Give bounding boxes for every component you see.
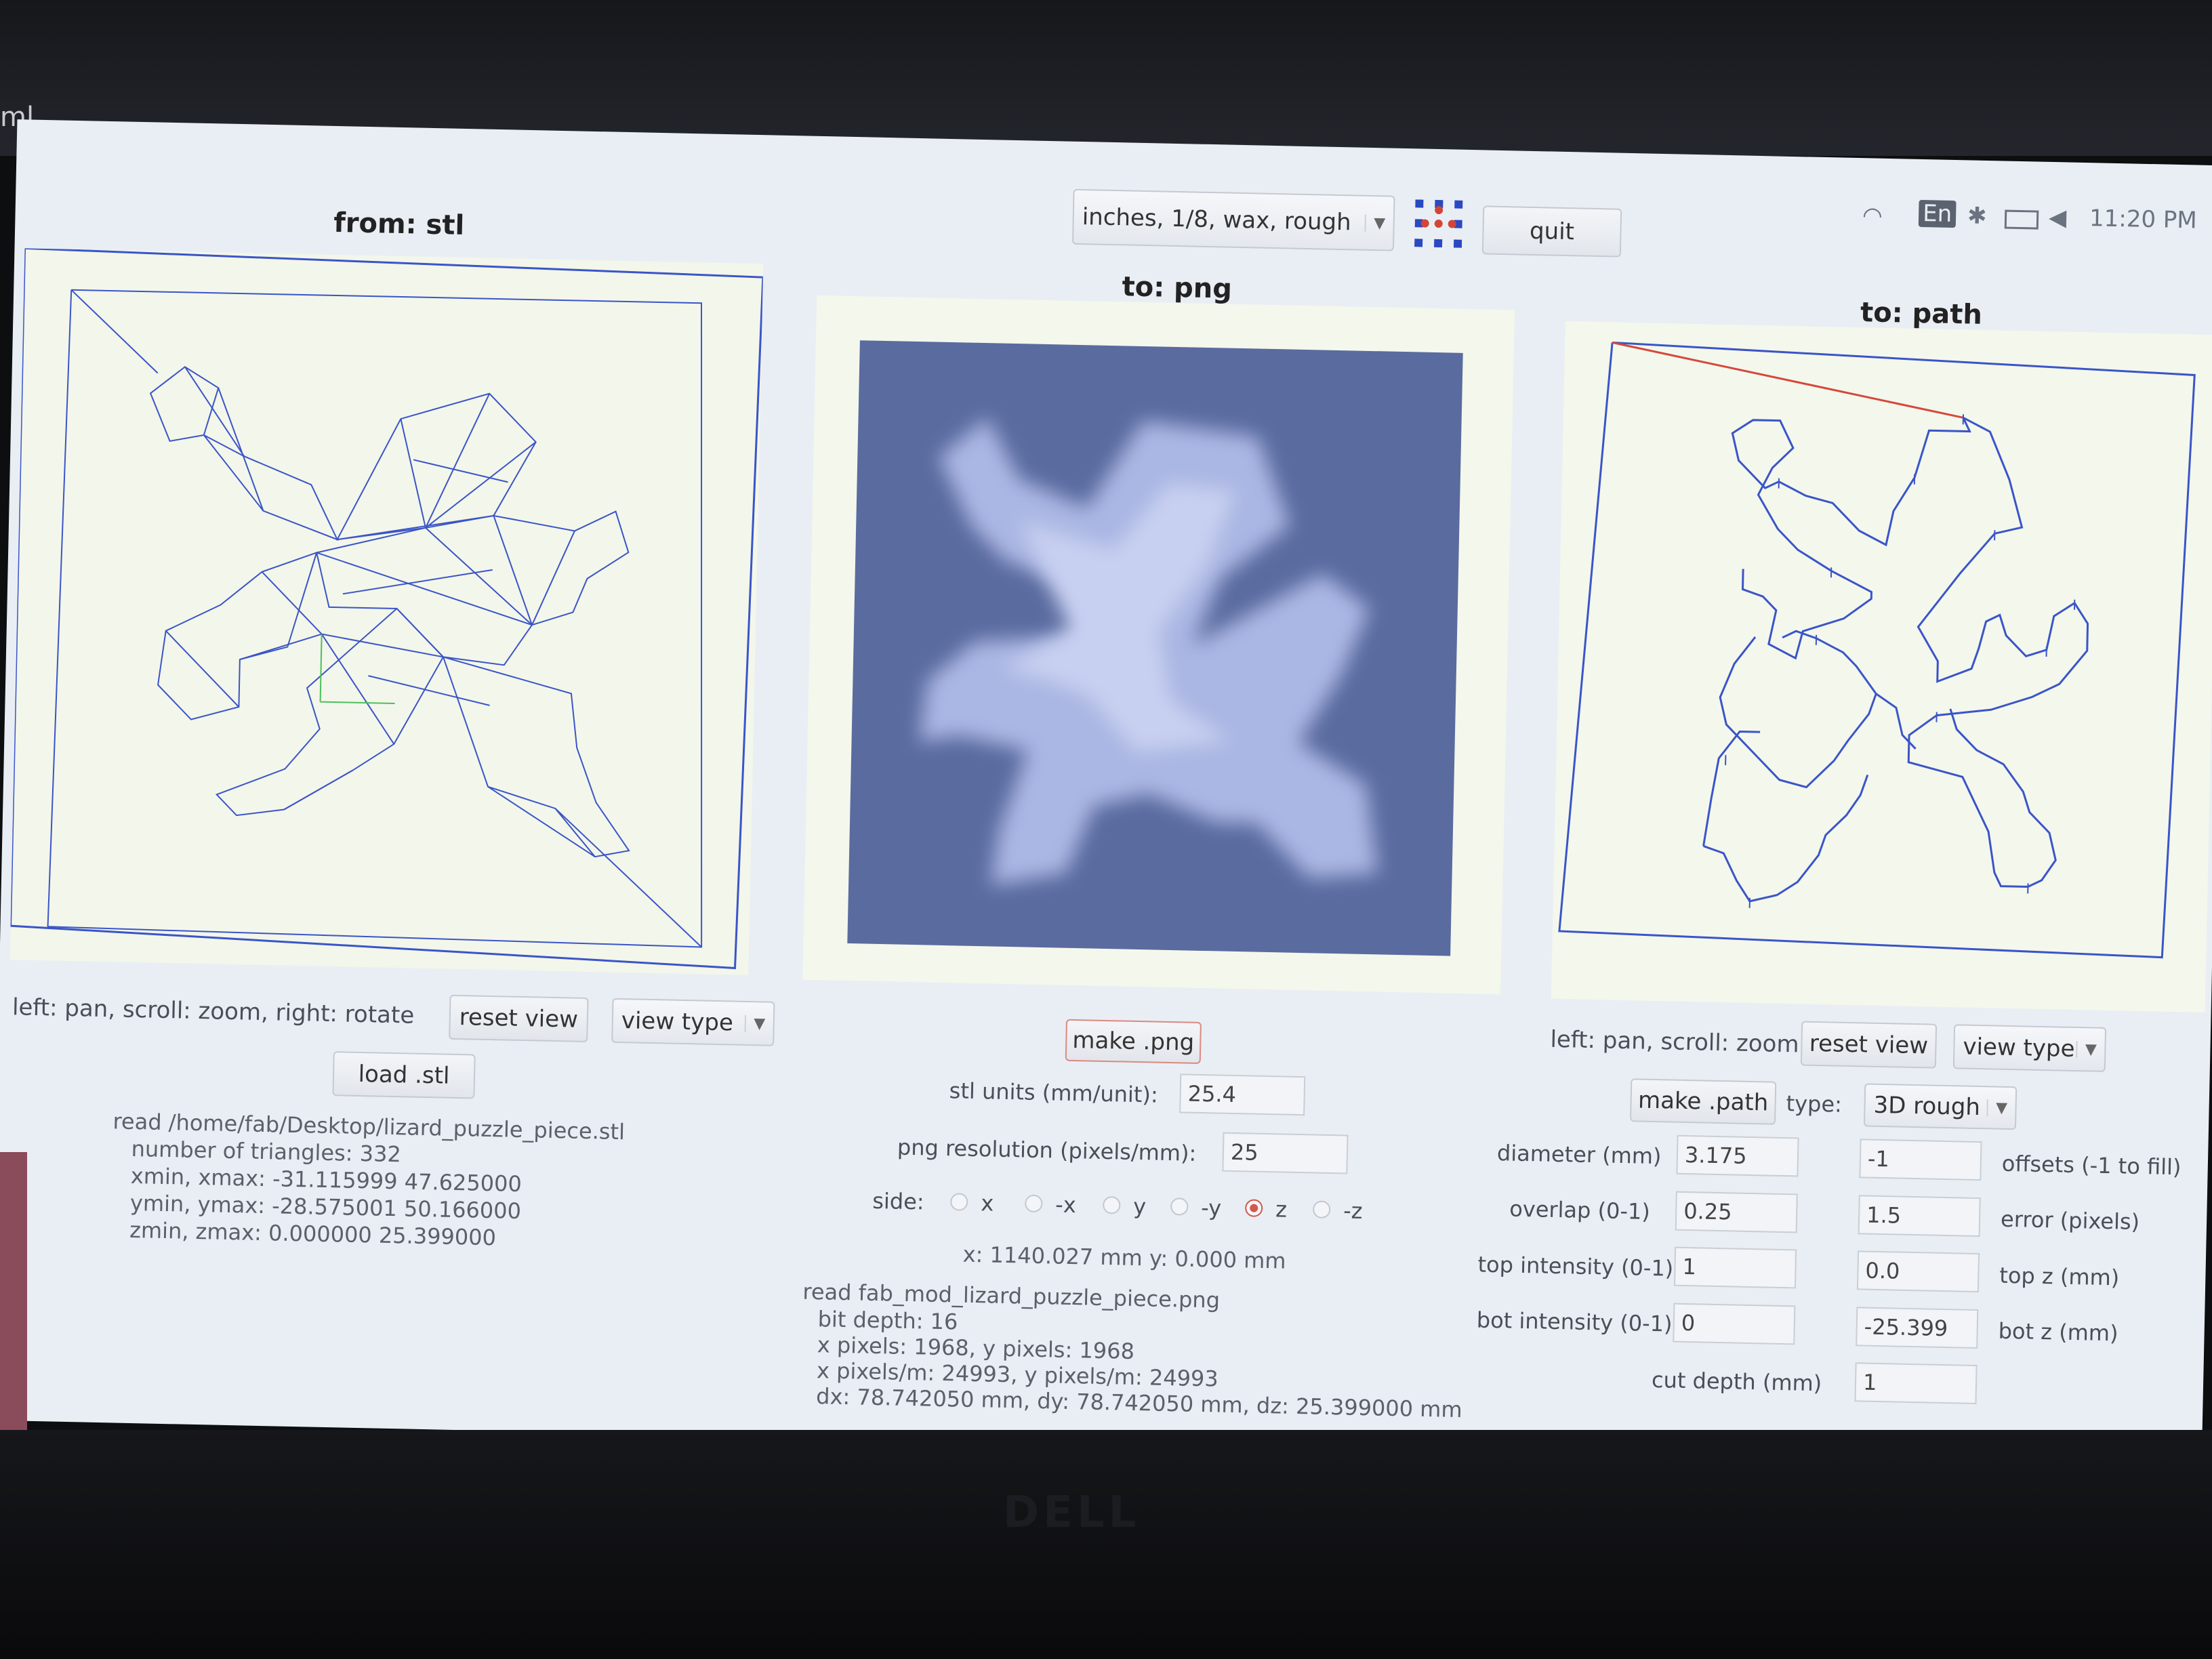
rapid-move-line [1612,341,1964,419]
stl-viewport[interactable] [9,247,764,975]
path-viewport-hint: left: pan, scroll: zoom [1550,1025,1799,1059]
side-neg-y-label: -y [1200,1195,1222,1221]
offsets-label: offsets (-1 to fill) [2001,1150,2182,1181]
side-neg-x-label: -x [1054,1191,1077,1218]
launcher-edge [0,1152,27,1437]
chevron-down-icon: ▼ [1364,214,1393,232]
stl-panel-title: from: stl [333,207,465,241]
volume-icon[interactable]: ◀ [2049,204,2067,232]
side-x-radio[interactable] [950,1193,968,1211]
make-png-button[interactable]: make .png [1065,1019,1202,1064]
stl-wireframe [9,247,764,970]
monitor-logo: DELL [1003,1488,1141,1538]
side-neg-z-radio[interactable] [1312,1200,1331,1219]
chevron-down-icon: ▼ [1986,1099,2015,1117]
side-z-label: z [1275,1196,1288,1223]
stl-viewport-hint: left: pan, scroll: zoom, right: rotate [12,994,415,1029]
diameter-input[interactable]: 3.175 [1676,1134,1799,1177]
side-neg-y-radio[interactable] [1170,1197,1189,1216]
path-viewport[interactable] [1551,321,2212,1012]
diameter-label: diameter (mm) [1496,1140,1662,1170]
top-intensity-input[interactable]: 1 [1673,1246,1797,1289]
cursor-coordinates: x: 1140.027 mm y: 0.000 mm [962,1241,1286,1274]
png-resolution-label: png resolution (pixels/mm): [897,1134,1197,1166]
top-z-input[interactable]: 0.0 [1856,1250,1980,1293]
bot-z-input[interactable]: -25.399 [1856,1307,1979,1349]
cut-depth-label: cut depth (mm) [1651,1367,1822,1397]
stl-view-type-value: view type [621,1007,734,1037]
side-neg-x-radio[interactable] [1025,1194,1043,1213]
top-intensity-label: top intensity (0-1) [1477,1251,1674,1282]
fab-modules-logo-icon [1414,199,1463,248]
monitor-bezel-bottom [0,1430,2212,1659]
quit-button[interactable]: quit [1481,205,1622,258]
preset-select[interactable]: inches, 1/8, wax, rough ▼ [1071,188,1395,251]
overlap-input[interactable]: 0.25 [1675,1191,1798,1233]
bluetooth-icon[interactable]: ✱ [1967,202,1987,230]
path-type-value: 3D rough [1873,1091,1981,1122]
chevron-down-icon: ▼ [744,1015,774,1033]
toolpath-preview [1558,341,2196,959]
side-z-radio[interactable] [1244,1199,1263,1217]
png-resolution-input[interactable]: 25 [1222,1132,1349,1174]
app-window: ◠ En ✱ ◀ 11:20 PM inches, 1/8, wax, roug… [0,119,2212,1467]
path-type-select[interactable]: 3D rough ▼ [1863,1083,2018,1130]
chevron-down-icon: ▼ [2076,1040,2105,1059]
stl-units-input[interactable]: 25.4 [1179,1073,1306,1116]
error-label: error (pixels) [2000,1206,2140,1235]
png-preview[interactable] [847,340,1463,956]
path-view-type-value: view type [1963,1033,2075,1063]
stl-reset-view-button[interactable]: reset view [449,994,589,1043]
bot-intensity-input[interactable]: 0 [1673,1303,1796,1345]
overlap-label: overlap (0-1) [1509,1195,1651,1225]
lizard-heightmap-image [919,417,1378,886]
top-z-label: top z (mm) [1999,1262,2120,1291]
error-input[interactable]: 1.5 [1858,1195,1981,1237]
offsets-input[interactable]: -1 [1859,1139,1982,1181]
path-panel-title: to: path [1860,297,1983,331]
side-y-radio[interactable] [1103,1195,1121,1214]
load-stl-button[interactable]: load .stl [332,1051,476,1099]
preset-select-value: inches, 1/8, wax, rough [1082,203,1352,237]
side-label: side: [872,1187,925,1215]
side-x-label: x [980,1190,994,1216]
stl-units-label: stl units (mm/unit): [949,1078,1159,1108]
bot-intensity-label: bot intensity (0-1) [1476,1307,1673,1337]
side-neg-z-label: -z [1343,1197,1363,1225]
side-y-label: y [1132,1193,1147,1220]
path-view-type-select[interactable]: view type ▼ [1952,1024,2107,1072]
language-indicator[interactable]: En [1918,199,1957,228]
battery-icon[interactable] [2004,209,2039,230]
png-panel-title: to: png [1122,271,1233,305]
type-label: type: [1786,1090,1843,1118]
cut-depth-input[interactable]: 1 [1854,1362,1978,1405]
clock[interactable]: 11:20 PM [2089,205,2197,234]
png-info-line: dx: 78.742050 mm, dy: 78.742050 mm, dz: … [815,1383,1462,1423]
wifi-icon[interactable]: ◠ [1862,202,1883,230]
bot-z-label: bot z (mm) [1998,1317,2118,1347]
make-path-button[interactable]: make .path [1630,1078,1777,1125]
path-reset-view-button[interactable]: reset view [1800,1021,1938,1069]
stl-view-type-select[interactable]: view type ▼ [611,998,775,1046]
